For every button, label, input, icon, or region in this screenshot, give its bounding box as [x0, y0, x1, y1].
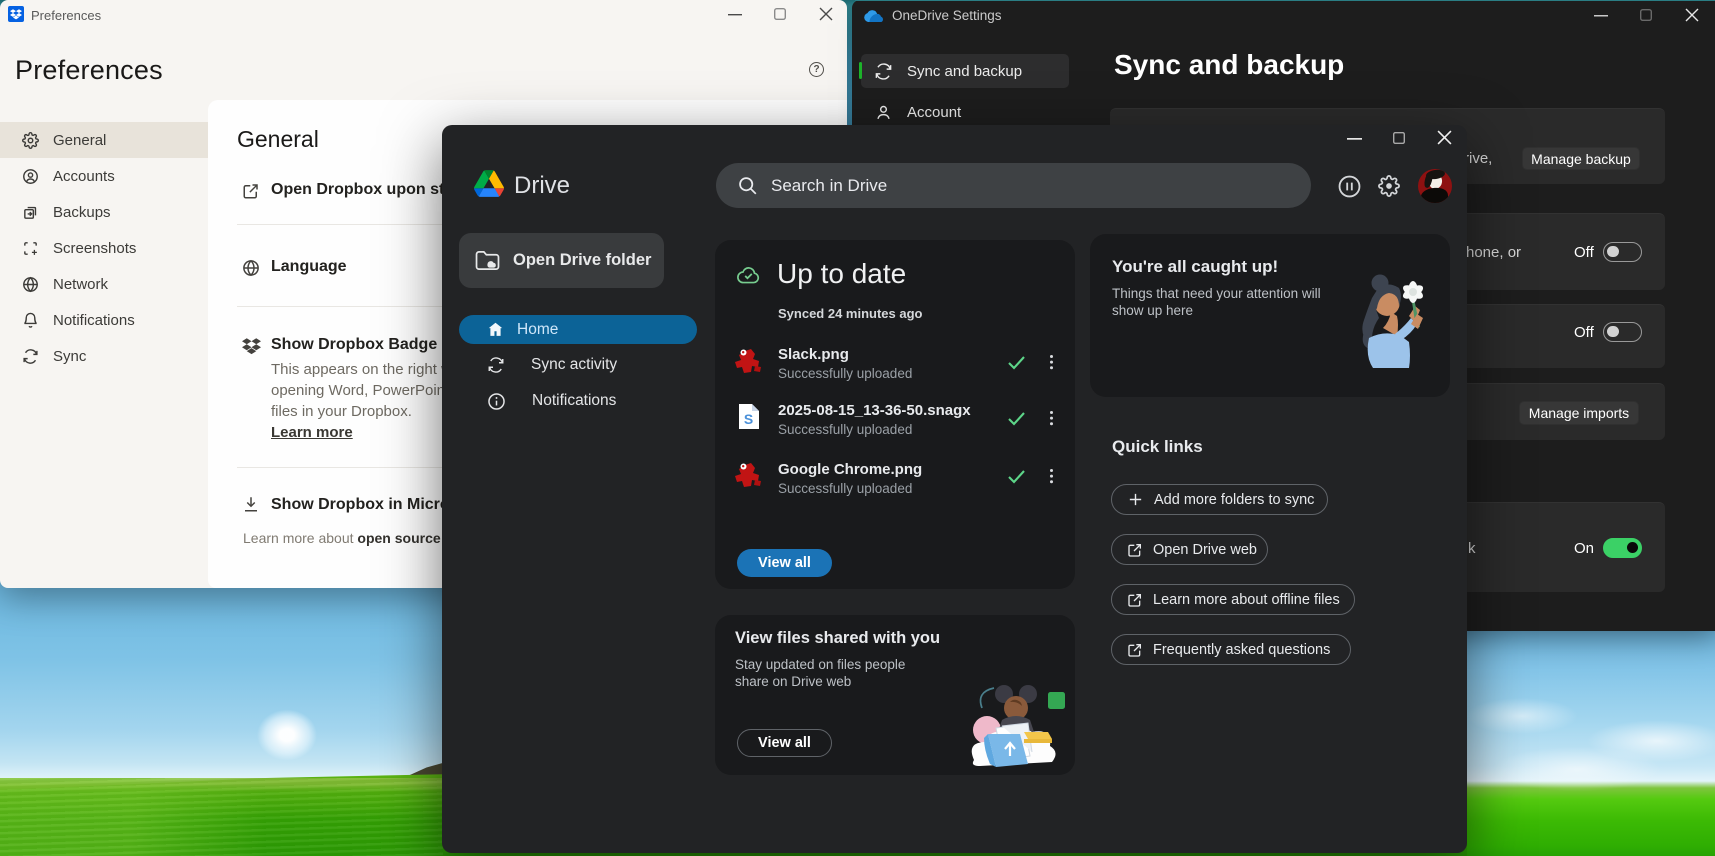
svg-text:S: S — [744, 411, 753, 427]
